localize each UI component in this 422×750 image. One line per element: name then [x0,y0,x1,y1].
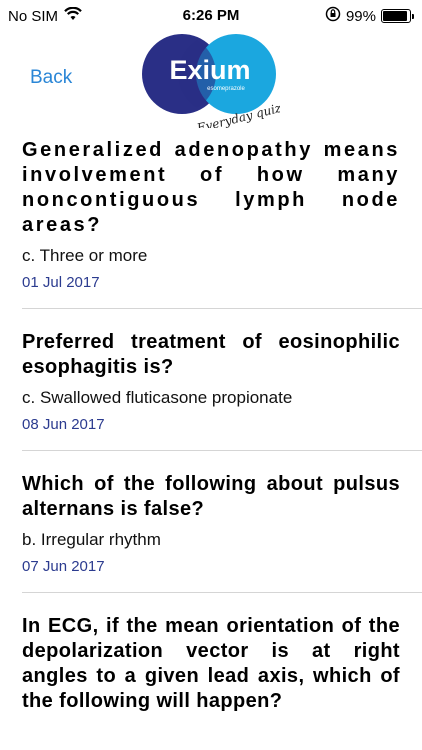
status-time: 6:26 PM [182,7,240,24]
back-button[interactable]: Back [30,67,72,89]
exium-logo: Exium esomeprazole Everyday quiz [140,32,283,136]
list-item[interactable]: Which of the following about pulsus alte… [0,451,422,575]
list-item[interactable]: In ECG, if the mean orientation of the d… [0,593,422,714]
question-text: Preferred treatment of eosinophilic esop… [22,331,400,378]
date-text: 01 Jul 2017 [22,274,100,291]
logo-subtext: esomeprazole [207,86,245,92]
question-text: Generalized adenopathy means involvement… [22,139,400,236]
quiz-list: Generalized adenopathy means involvement… [0,138,422,714]
answer-text: c. Three or more [22,246,148,265]
question-text: In ECG, if the mean orientation of the d… [22,615,400,712]
answer-text: c. Swallowed fluticasone propionate [22,388,293,407]
battery-icon [381,9,414,23]
answer-text: b. Irregular rhythm [22,530,161,549]
date-text: 08 Jun 2017 [22,416,105,433]
date-text: 07 Jun 2017 [22,558,105,575]
status-bar: No SIM 6:26 PM 99% [0,0,422,32]
list-item[interactable]: Generalized adenopathy means involvement… [0,138,422,291]
logo-text: Exium [169,55,250,85]
list-item[interactable]: Preferred treatment of eosinophilic esop… [0,309,422,433]
question-text: Which of the following about pulsus alte… [22,473,400,520]
navigation-bar: Back Exium esomeprazole Everyday quiz [0,32,422,136]
